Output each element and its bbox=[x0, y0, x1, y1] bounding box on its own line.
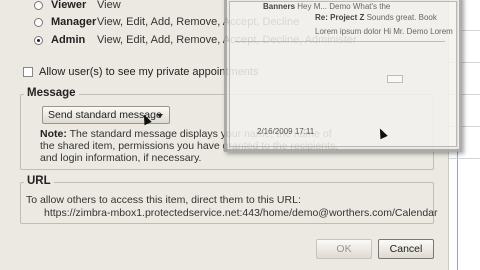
radio-admin[interactable] bbox=[34, 35, 43, 45]
note-label: Note: bbox=[40, 128, 67, 140]
preview-date: 2/16/2009 17:11 bbox=[257, 127, 315, 136]
chevron-down-icon bbox=[157, 114, 163, 118]
cancel-button[interactable]: Cancel bbox=[378, 239, 434, 259]
radio-viewer[interactable] bbox=[34, 0, 43, 10]
radio-manager[interactable] bbox=[34, 17, 43, 27]
preview-divider bbox=[235, 41, 445, 42]
url-legend: URL bbox=[24, 175, 54, 187]
ok-button[interactable]: OK bbox=[316, 239, 372, 259]
role-name: Viewer bbox=[51, 0, 87, 11]
role-permissions: View bbox=[97, 0, 121, 11]
preview-row-3: Lorem ipsum dolor Hi Mr. Demo Lorem bbox=[315, 27, 453, 36]
message-legend: Message bbox=[24, 87, 79, 99]
preview-row-1: Banners Hey M... Demo What's the bbox=[263, 2, 391, 11]
drag-preview-window[interactable]: Banners Hey M... Demo What's the Re: Pro… bbox=[224, 0, 462, 152]
preview-resize-handle[interactable] bbox=[387, 75, 403, 83]
share-url[interactable]: https://zimbra-mbox1.protectedservice.ne… bbox=[44, 207, 438, 219]
role-name: Manager bbox=[51, 16, 97, 28]
private-appointments-checkbox[interactable] bbox=[23, 67, 33, 77]
role-option-viewer[interactable]: Viewer View bbox=[34, 0, 121, 11]
role-name: Admin bbox=[51, 34, 86, 46]
background-row-line bbox=[449, 158, 480, 159]
preview-row-2: Re: Project Z Sounds great. Book bbox=[315, 13, 437, 22]
drag-preview-body bbox=[229, 1, 457, 147]
url-intro: To allow others to access this item, dir… bbox=[26, 194, 301, 206]
share-properties-dialog: Viewer View Manager View, Edit, Add, Rem… bbox=[0, 0, 480, 270]
